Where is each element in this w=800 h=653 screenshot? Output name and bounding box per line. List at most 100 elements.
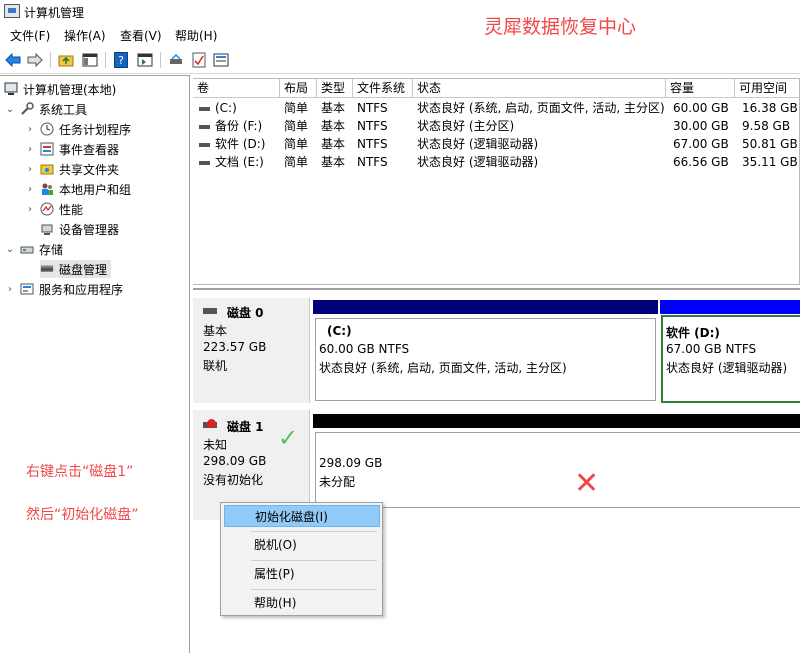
partition-d[interactable]: 软件 (D:) 67.00 GB NTFS 状态良好 (逻辑驱动器) [660,300,800,403]
drive-icon [199,124,210,129]
partition-d-label: 软件 (D:) [666,326,720,340]
table-cell: 状态良好 (系统, 启动, 页面文件, 活动, 主分区) [417,101,665,115]
col-header-type[interactable]: 类型 [317,79,353,98]
chevron-right-icon[interactable]: › [4,284,16,295]
forward-arrow-icon[interactable] [26,51,44,69]
show-hide-tree-icon[interactable] [81,51,99,69]
device-manager-icon [40,222,54,236]
table-cell: 基本 [321,137,346,151]
services-icon [20,282,34,296]
table-cell: 50.81 GB [742,137,798,151]
unallocated-size: 298.09 GB [319,456,383,470]
col-header-filesystem[interactable]: 文件系统 [353,79,413,98]
unallocated-bar [313,414,800,428]
tree-item-device-manager[interactable]: 设备管理器 [40,220,119,238]
rescan-icon[interactable] [212,51,230,69]
partition-c-label: (C:) [327,324,352,338]
tree-label: 性能 [59,202,84,217]
chevron-right-icon[interactable]: › [24,204,36,215]
tree-item-performance[interactable]: › 性能 [24,200,83,218]
table-cell: 30.00 GB [673,119,729,133]
chevron-right-icon[interactable]: › [24,144,36,155]
table-row[interactable]: 备份 (F:) [195,117,262,135]
menu-item-properties[interactable]: 属性(P) [224,563,380,585]
unallocated-label: 未分配 [319,475,356,489]
primary-partition-bar [313,300,658,314]
disk-1-type: 未知 [203,438,228,452]
tree-item-task-scheduler[interactable]: › 任务计划程序 [24,120,131,138]
menu-item-offline[interactable]: 脱机(O) [224,534,380,556]
disk-0-name: 磁盘 0 [227,306,264,320]
table-cell: 基本 [321,119,346,133]
disk-0-size: 223.57 GB [203,340,267,354]
tree-item-storage[interactable]: ⌄ 存储 [4,240,63,258]
chevron-right-icon[interactable]: › [24,124,36,135]
menu-item-help[interactable]: 帮助(H) [224,592,380,614]
disk-icon [203,308,217,314]
computer-management-icon [4,82,18,96]
disk-1-unallocated[interactable]: 298.09 GB 未分配 [313,414,800,510]
tree-item-system-tools[interactable]: ⌄ 系统工具 [4,100,87,118]
instruction-step-1: 右键点击“磁盘1” [26,464,134,480]
col-header-capacity[interactable]: 容量 [666,79,735,98]
chevron-right-icon[interactable]: › [24,164,36,175]
performance-icon [40,202,54,216]
col-header-status[interactable]: 状态 [413,79,666,98]
table-row[interactable]: 文档 (E:) [195,153,264,171]
table-cell: 状态良好 (逻辑驱动器) [417,155,539,169]
col-header-free-space[interactable]: 可用空间 [735,79,799,98]
table-cell: 66.56 GB [673,155,729,169]
table-cell: NTFS [357,137,388,151]
partition-c[interactable]: (C:) 60.00 GB NTFS 状态良好 (系统, 启动, 页面文件, 活… [313,300,658,403]
partition-c-size: 60.00 GB NTFS [319,342,410,356]
table-cell: 16.38 GB [742,101,798,115]
chevron-down-icon[interactable]: ⌄ [4,104,16,115]
connect-icon[interactable] [167,51,185,69]
tree-label: 存储 [39,242,64,257]
chevron-right-icon[interactable]: › [24,184,36,195]
table-cell: 基本 [321,155,346,169]
chevron-down-icon[interactable]: ⌄ [4,244,16,255]
properties-icon[interactable] [190,51,208,69]
drive-icon [199,160,210,165]
tree-item-services-apps[interactable]: › 服务和应用程序 [4,280,123,298]
tree-item-local-users[interactable]: › 本地用户和组 [24,180,131,198]
disk-0-label[interactable]: 磁盘 0 基本 223.57 GB 联机 [193,298,310,403]
shared-folder-icon [40,162,54,176]
menu-separator [251,531,377,532]
back-arrow-icon[interactable] [4,51,22,69]
table-cell: NTFS [357,155,388,169]
col-header-volume[interactable]: 卷 [193,79,280,98]
tree-item-disk-management[interactable]: 磁盘管理 [40,260,112,278]
menu-action[interactable]: 操作(A) [64,27,106,44]
help-icon[interactable]: ? [112,51,130,69]
table-row[interactable]: 软件 (D:) [195,135,265,153]
menu-help[interactable]: 帮助(H) [175,27,217,44]
table-cell: 67.00 GB [673,137,729,151]
tree-label: 共享文件夹 [59,162,120,177]
table-cell: 简单 [284,101,309,115]
menu-item-initialize-disk[interactable]: 初始化磁盘(I) [224,505,380,527]
tree-item-shared-folders[interactable]: › 共享文件夹 [24,160,119,178]
menu-view[interactable]: 查看(V) [120,27,162,44]
users-icon [40,182,54,196]
menu-file[interactable]: 文件(F) [10,27,50,44]
tree-label: 事件查看器 [59,142,120,157]
table-row[interactable]: (C:) [195,99,237,117]
tree-item-computer-management[interactable]: 计算机管理(本地) [4,80,116,98]
instruction-step-2: 然后“初始化磁盘” [26,507,139,523]
disk-0-type: 基本 [203,324,228,338]
disk-1-status: 没有初始化 [203,473,264,487]
toolbar-separator [50,52,51,68]
up-folder-icon[interactable] [57,51,75,69]
partition-frame [315,432,800,508]
action-pane-icon[interactable] [136,51,154,69]
drive-icon [199,142,210,147]
partition-c-status: 状态良好 (系统, 启动, 页面文件, 活动, 主分区) [319,361,567,375]
event-log-icon [40,142,54,156]
toolbar: ? [0,46,800,74]
table-cell: 35.11 GB [742,155,798,169]
col-header-layout[interactable]: 布局 [280,79,317,98]
tree-item-event-viewer[interactable]: › 事件查看器 [24,140,119,158]
tree-label: 任务计划程序 [59,122,132,137]
